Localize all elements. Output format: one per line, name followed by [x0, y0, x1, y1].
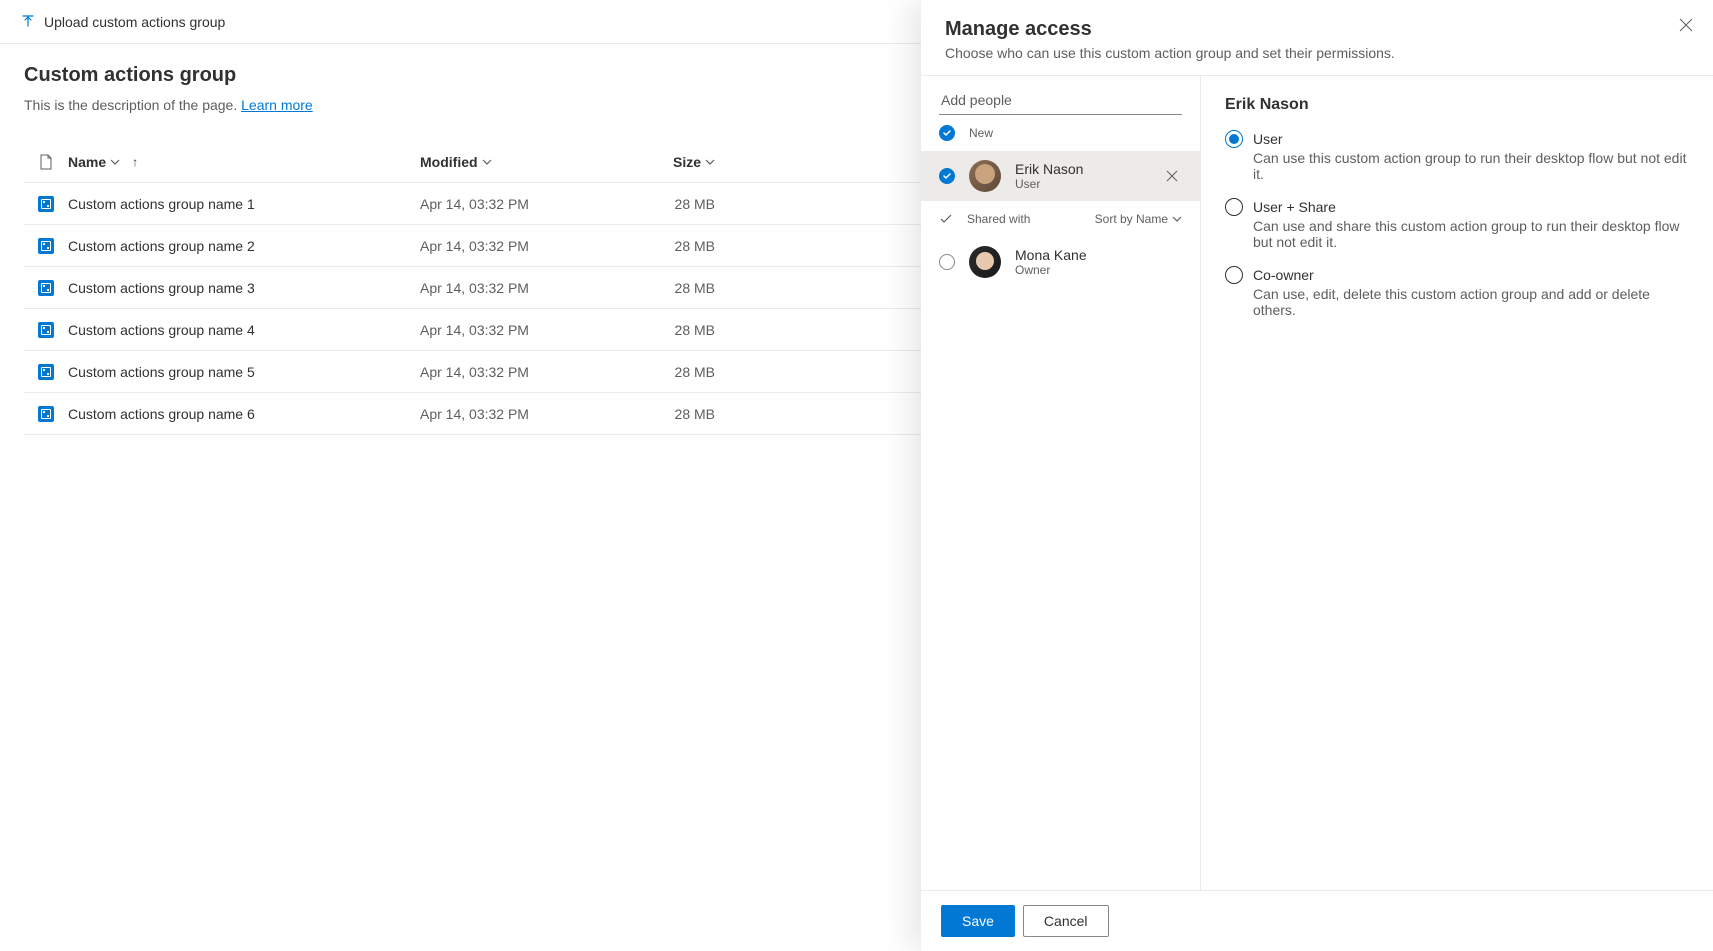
cancel-button[interactable]: Cancel: [1023, 905, 1109, 937]
row-size-cell: 28 MB: [625, 280, 715, 296]
checkmark-circle-icon: [939, 125, 955, 141]
row-modified-cell: Apr 14, 03:32 PM: [420, 322, 625, 338]
custom-actions-group-icon: [38, 406, 54, 422]
permission-option[interactable]: User Can use this custom action group to …: [1225, 130, 1689, 182]
manage-access-panel: Manage access Choose who can use this cu…: [921, 0, 1713, 951]
row-size-cell: 28 MB: [625, 322, 715, 338]
panel-footer: Save Cancel: [921, 890, 1713, 951]
person-role: Owner: [1015, 263, 1182, 277]
permission-label: User + Share: [1253, 199, 1336, 215]
row-name-cell: Custom actions group name 3: [68, 280, 420, 296]
custom-actions-group-icon: [38, 238, 54, 254]
person-row-mona[interactable]: Mona Kane Owner: [921, 237, 1200, 287]
chevron-down-icon: [705, 157, 715, 167]
row-name-cell: Custom actions group name 1: [68, 196, 420, 212]
permission-option[interactable]: User + Share Can use and share this custo…: [1225, 198, 1689, 250]
panel-title: Manage access: [945, 18, 1689, 41]
chevron-down-icon: [482, 157, 492, 167]
sort-ascending-icon: ↑: [132, 155, 138, 169]
permission-label: Co-owner: [1253, 267, 1314, 283]
row-icon-cell: [24, 238, 68, 254]
row-icon-cell: [24, 406, 68, 422]
person-role: User: [1015, 177, 1148, 191]
file-icon: [39, 154, 53, 170]
row-modified-cell: Apr 14, 03:32 PM: [420, 238, 625, 254]
row-modified-cell: Apr 14, 03:32 PM: [420, 280, 625, 296]
people-column: New Erik Nason User: [921, 76, 1201, 890]
row-name-cell: Custom actions group name 4: [68, 322, 420, 338]
upload-icon: [20, 14, 36, 30]
custom-actions-group-icon: [38, 364, 54, 380]
radio-icon: [1225, 266, 1243, 284]
row-name-cell: Custom actions group name 2: [68, 238, 420, 254]
close-panel-button[interactable]: [1679, 18, 1693, 32]
close-icon: [1679, 18, 1693, 32]
add-people-input[interactable]: [939, 86, 1182, 115]
selected-person-name: Erik Nason: [1225, 96, 1689, 114]
avatar: [969, 160, 1001, 192]
row-icon-cell: [24, 280, 68, 296]
row-icon-cell: [24, 364, 68, 380]
column-icon-header: [24, 154, 68, 170]
column-size-header[interactable]: Size: [625, 154, 715, 170]
upload-label: Upload custom actions group: [44, 14, 225, 30]
avatar: [969, 246, 1001, 278]
person-name: Erik Nason: [1015, 161, 1148, 177]
row-modified-cell: Apr 14, 03:32 PM: [420, 406, 625, 422]
person-info: Erik Nason User: [1015, 161, 1148, 191]
row-name-cell: Custom actions group name 6: [68, 406, 420, 422]
row-name-cell: Custom actions group name 5: [68, 364, 420, 380]
row-size-cell: 28 MB: [625, 238, 715, 254]
panel-body: New Erik Nason User: [921, 76, 1713, 890]
panel-subtitle: Choose who can use this custom action gr…: [945, 45, 1689, 61]
section-new-header[interactable]: New: [921, 115, 1200, 151]
panel-header: Manage access Choose who can use this cu…: [921, 0, 1713, 76]
save-button[interactable]: Save: [941, 905, 1015, 937]
row-size-cell: 28 MB: [625, 196, 715, 212]
column-modified-header[interactable]: Modified: [420, 154, 625, 170]
custom-actions-group-icon: [38, 322, 54, 338]
section-shared-header: Shared with Sort by Name: [921, 201, 1200, 237]
permission-option[interactable]: Co-owner Can use, edit, delete this custo…: [1225, 266, 1689, 318]
permission-description: Can use this custom action group to run …: [1253, 150, 1689, 182]
row-icon-cell: [24, 196, 68, 212]
custom-actions-group-icon: [38, 196, 54, 212]
permission-label: User: [1253, 131, 1283, 147]
row-size-cell: 28 MB: [625, 364, 715, 380]
person-name: Mona Kane: [1015, 247, 1182, 263]
chevron-down-icon: [110, 157, 120, 167]
learn-more-link[interactable]: Learn more: [241, 97, 313, 113]
person-row-erik[interactable]: Erik Nason User: [921, 151, 1200, 201]
row-size-cell: 28 MB: [625, 406, 715, 422]
row-icon-cell: [24, 322, 68, 338]
person-info: Mona Kane Owner: [1015, 247, 1182, 277]
permission-details-column: Erik Nason User Can use this custom actio…: [1201, 76, 1713, 890]
remove-person-button[interactable]: [1162, 166, 1182, 186]
radio-icon: [1225, 130, 1243, 148]
permission-description: Can use, edit, delete this custom action…: [1253, 286, 1689, 318]
unselected-circle-icon: [939, 254, 955, 270]
custom-actions-group-icon: [38, 280, 54, 296]
radio-icon: [1225, 198, 1243, 216]
upload-custom-actions-button[interactable]: Upload custom actions group: [20, 14, 225, 30]
column-name-header[interactable]: Name ↑: [68, 154, 420, 170]
chevron-down-icon: [1172, 214, 1182, 224]
permission-description: Can use and share this custom action gro…: [1253, 218, 1689, 250]
row-modified-cell: Apr 14, 03:32 PM: [420, 196, 625, 212]
close-icon: [1166, 170, 1178, 182]
checkmark-circle-icon: [939, 168, 955, 184]
checkmark-icon: [939, 212, 953, 226]
sort-by-dropdown[interactable]: Sort by Name: [1095, 212, 1182, 226]
row-modified-cell: Apr 14, 03:32 PM: [420, 364, 625, 380]
